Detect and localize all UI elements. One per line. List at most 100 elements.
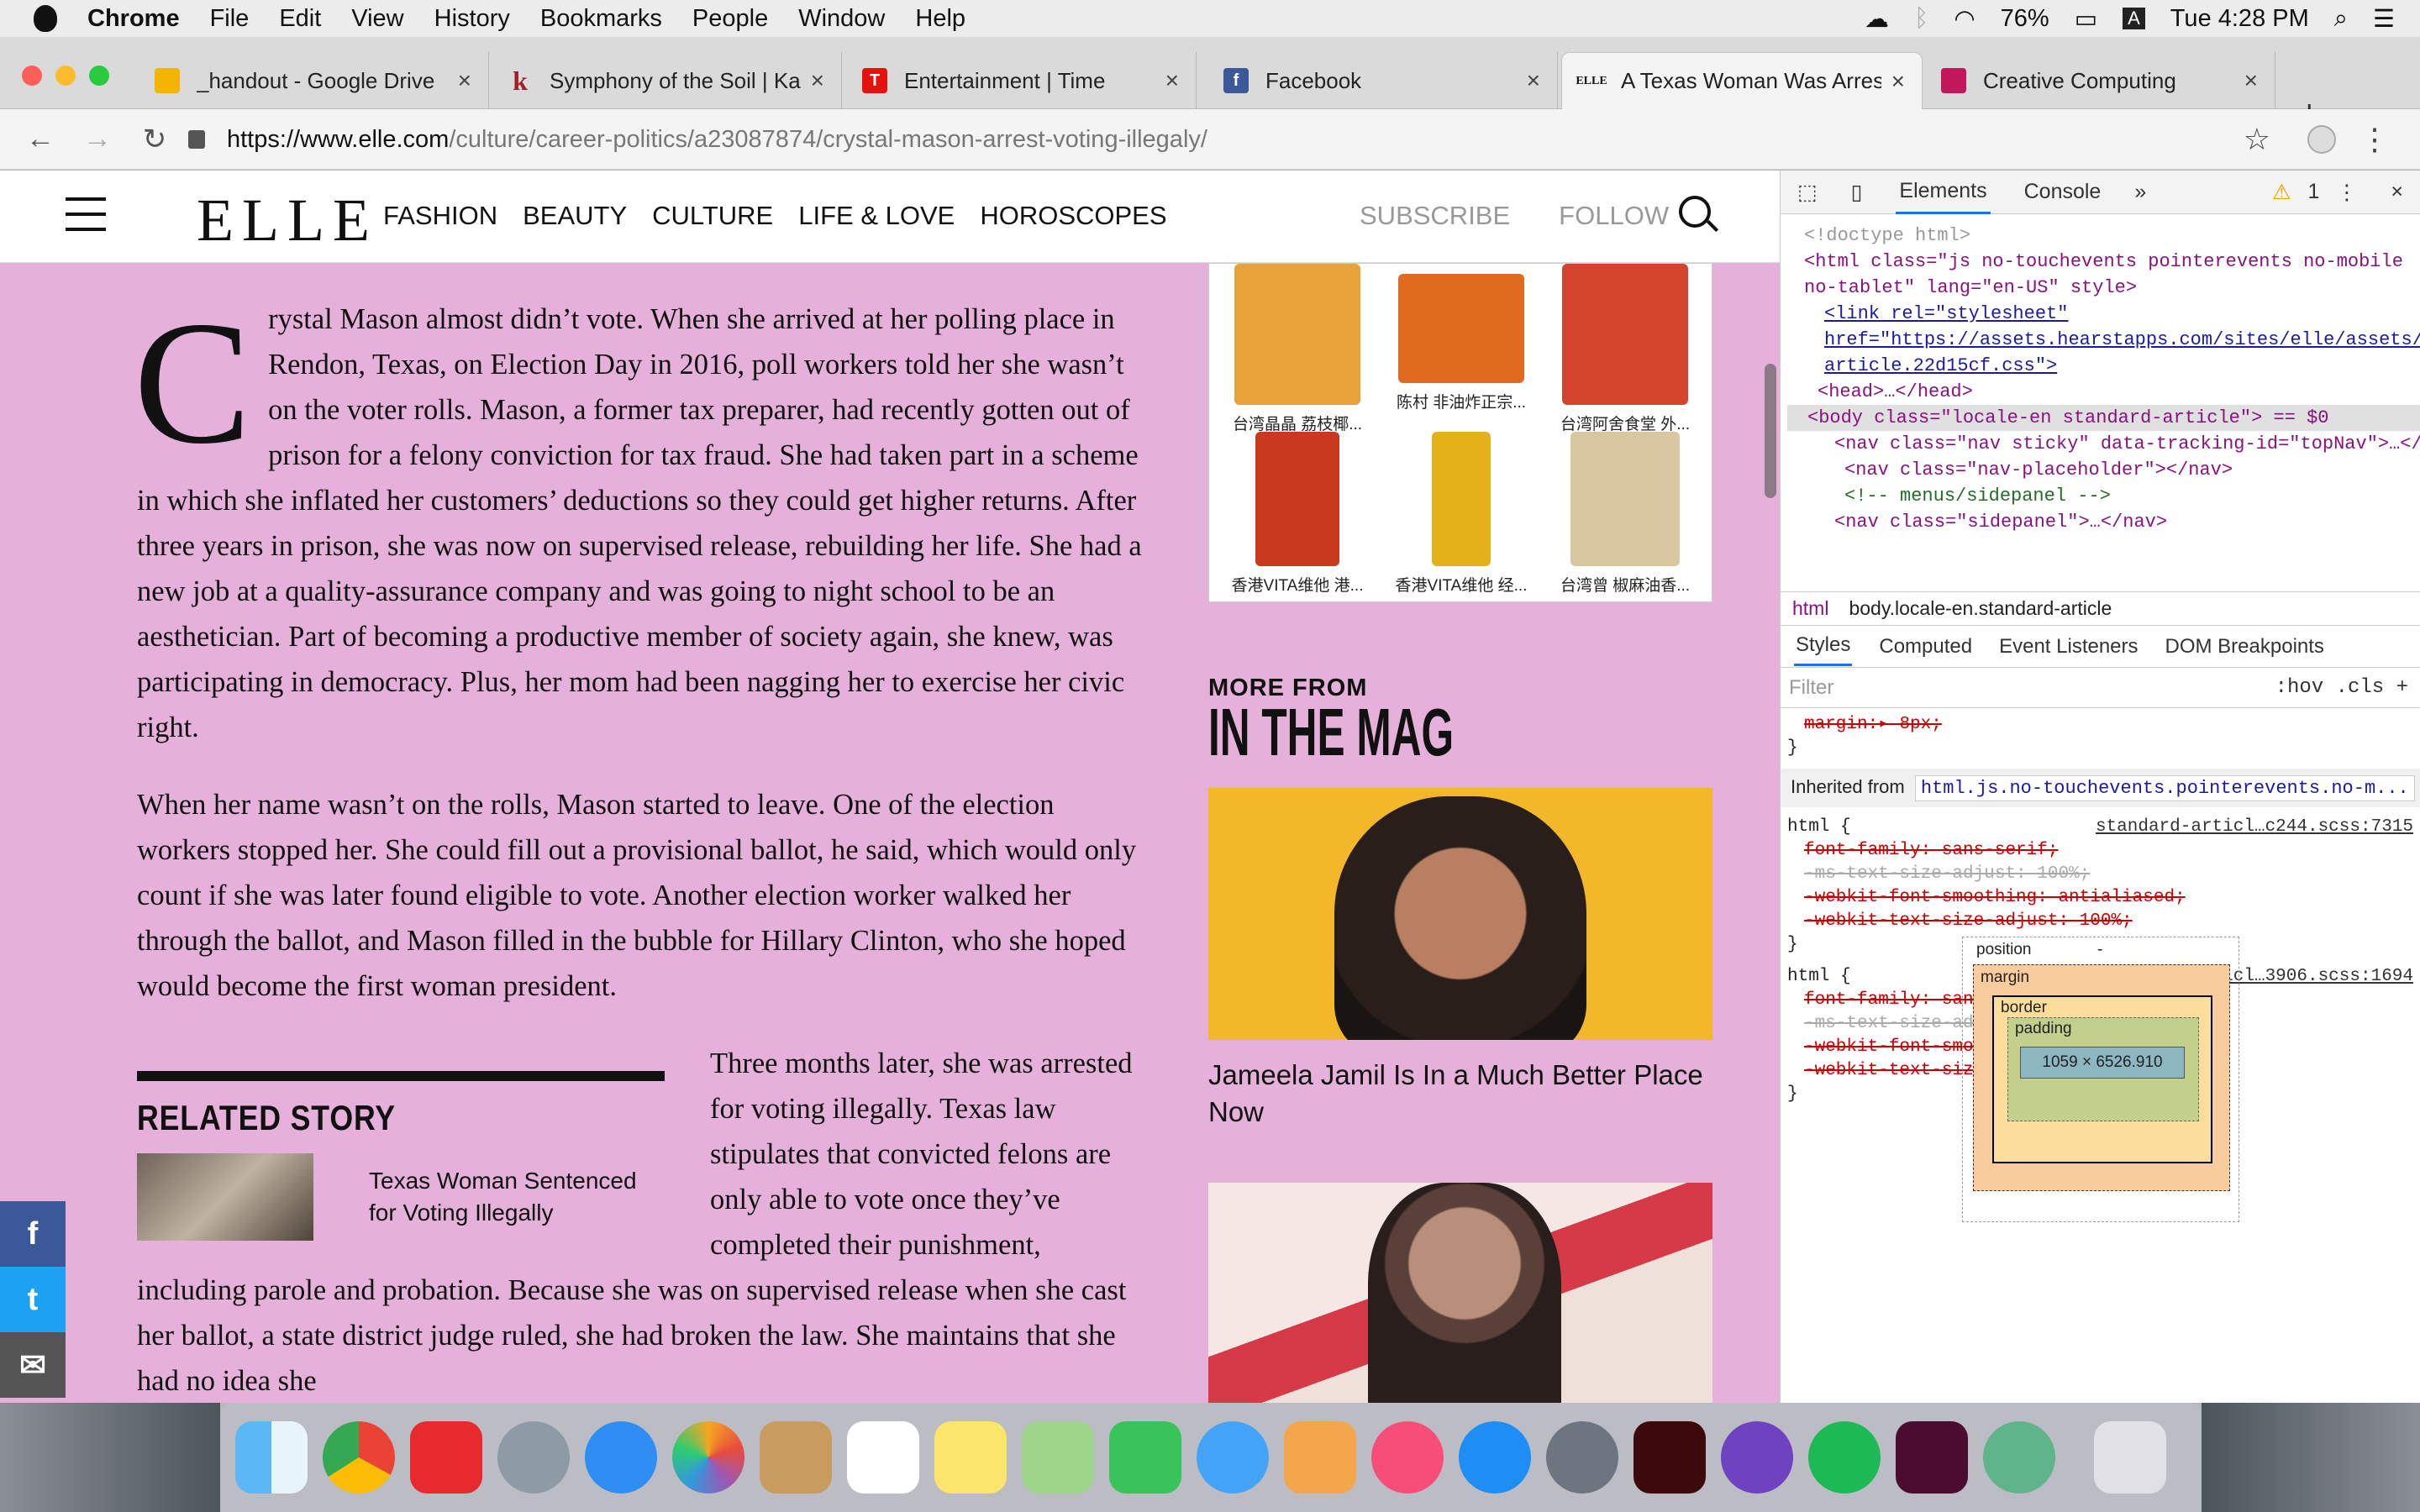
app-store-icon[interactable] (1459, 1421, 1531, 1494)
safari-icon[interactable] (585, 1421, 657, 1494)
contacts-icon[interactable] (760, 1421, 832, 1494)
tab-time[interactable]: T Entertainment | Time × (845, 52, 1197, 109)
notes-icon[interactable] (934, 1421, 1007, 1494)
subscribe-link[interactable]: SUBSCRIBE (1360, 201, 1510, 231)
css-source-link[interactable]: standard-articl…c244.scss:7315 (2096, 816, 2413, 839)
css-property[interactable]: -ms-text-size-adjust: 100%; (1804, 864, 2090, 884)
css-property[interactable]: -webkit-text-size-adjust: 100%; (1804, 911, 2133, 931)
ad-product[interactable]: 陈村 非油炸正宗... (1381, 274, 1541, 412)
bookmark-star-icon[interactable]: ☆ (2244, 122, 2270, 157)
box-content-size[interactable]: 1059 × 6526.910 (2020, 1047, 2185, 1079)
battery-percent[interactable]: 76% (2001, 5, 2049, 33)
warning-count[interactable]: 1 (2307, 180, 2319, 204)
app-menu[interactable]: Chrome (87, 5, 180, 33)
crumb-html[interactable]: html (1792, 597, 1828, 620)
menu-file[interactable]: File (210, 5, 250, 33)
dom-node[interactable]: <nav class="nav sticky" data-tracking-id… (1787, 431, 2420, 457)
ad-product[interactable]: 台湾曾 椒麻油香... (1545, 432, 1705, 596)
css-property[interactable]: font-family: sans-serif; (1804, 841, 2058, 860)
box-margin[interactable]: margin border padding 1059 × 6526.910 (1973, 964, 2230, 1191)
box-border[interactable]: border padding 1059 × 6526.910 (1992, 995, 2212, 1163)
wifi-icon[interactable]: ◠ (1954, 4, 1975, 34)
acrobat-icon[interactable] (1634, 1421, 1706, 1494)
email-share-icon[interactable]: ✉ (0, 1332, 66, 1398)
system-preferences-icon[interactable] (1546, 1421, 1618, 1494)
more-tabs-icon[interactable]: » (2134, 180, 2146, 204)
product-image[interactable] (1570, 432, 1680, 566)
minimize-window-icon[interactable] (55, 66, 76, 86)
ad-product[interactable]: 台湾晶晶 荔枝椰... (1218, 264, 1377, 434)
product-image[interactable] (1255, 432, 1339, 566)
related-story-title[interactable]: Texas Woman Sentenced for Voting Illegal… (369, 1165, 665, 1229)
pages-icon[interactable] (1284, 1421, 1356, 1494)
tab-creative-computing[interactable]: Creative Computing × (1924, 52, 2275, 109)
url-field[interactable]: https://www.elle.com/culture/career-poli… (188, 118, 2238, 161)
chrome-menu-icon[interactable]: ⋮ (2360, 122, 2390, 157)
related-story[interactable]: RELATED STORY Texas Woman Sentenced for … (137, 1071, 665, 1241)
dom-node[interactable]: <nav class="nav-placeholder"></nav> (1787, 457, 2420, 483)
product-image[interactable] (1398, 274, 1524, 383)
menu-edit[interactable]: Edit (279, 5, 321, 33)
spotlight-search-icon[interactable]: ⌕ (2334, 5, 2348, 33)
product-image[interactable] (1562, 264, 1688, 405)
device-toolbar-icon[interactable]: ▯ (1851, 180, 1863, 205)
mag-story-image[interactable] (1208, 788, 1712, 1040)
inspect-element-icon[interactable]: ⬚ (1797, 180, 1818, 205)
nav-horoscopes[interactable]: HOROSCOPES (980, 201, 1166, 231)
css-property[interactable]: -webkit-font-smoothing: antialiased; (1804, 888, 2186, 907)
github-desktop-icon[interactable] (1721, 1421, 1793, 1494)
facetime-icon[interactable] (1109, 1421, 1181, 1494)
tab-facebook[interactable]: f Facebook × (1207, 52, 1558, 109)
inherited-selector[interactable]: html.js.no-touchevents.pointerevents.no-… (1914, 775, 2415, 801)
product-image[interactable] (1234, 264, 1360, 405)
close-window-icon[interactable] (22, 66, 42, 86)
tab-dom-breakpoints[interactable]: DOM Breakpoints (2165, 635, 2324, 659)
close-tab-icon[interactable]: × (1527, 67, 1540, 94)
hamburger-menu-icon[interactable] (66, 197, 106, 231)
related-story-image[interactable] (137, 1153, 313, 1241)
nav-beauty[interactable]: BEAUTY (523, 201, 627, 231)
calendar-icon[interactable] (847, 1421, 919, 1494)
tab-elle-article[interactable]: ELLE A Texas Woman Was Arres × (1561, 52, 1923, 109)
back-button[interactable]: ← (24, 123, 57, 155)
nav-culture[interactable]: CULTURE (652, 201, 773, 231)
mag-story-image[interactable] (1208, 1183, 1712, 1403)
bluetooth-icon[interactable]: ᛒ (1914, 5, 1928, 33)
trash-icon[interactable] (2094, 1421, 2166, 1494)
ad-product[interactable]: 香港VITA维他 经... (1381, 432, 1541, 596)
menu-bookmarks[interactable]: Bookmarks (540, 5, 662, 33)
indesign-icon[interactable] (1896, 1421, 1968, 1494)
tab-event-listeners[interactable]: Event Listeners (1999, 635, 2138, 659)
menu-window[interactable]: Window (798, 5, 885, 33)
ad-product[interactable]: 香港VITA维他 港... (1218, 432, 1377, 596)
close-tab-icon[interactable]: × (1891, 68, 1905, 95)
dom-node[interactable]: <link rel="stylesheet" href="https://ass… (1787, 301, 2420, 379)
atom-icon[interactable] (1983, 1421, 2055, 1494)
menu-people[interactable]: People (692, 5, 768, 33)
menu-view[interactable]: View (351, 5, 403, 33)
close-tab-icon[interactable]: × (811, 67, 824, 94)
crumb-body[interactable]: body.locale-en.standard-article (1849, 597, 2112, 620)
dom-node-selected[interactable]: <body class="locale-en standard-article"… (1787, 405, 2420, 431)
mag-story-title[interactable]: Jameela Jamil Is In a Much Better Place … (1208, 1057, 1712, 1131)
forward-button[interactable]: → (81, 123, 114, 155)
dom-node[interactable]: <!doctype html> (1787, 223, 2420, 249)
zoom-window-icon[interactable] (89, 66, 109, 86)
messages-icon[interactable] (1197, 1421, 1269, 1494)
chrome-icon[interactable] (323, 1421, 395, 1494)
notification-center-icon[interactable]: ☰ (2373, 4, 2395, 34)
close-tab-icon[interactable]: × (458, 67, 471, 94)
creative-cloud-icon[interactable]: ☁ (1865, 4, 1889, 34)
follow-link[interactable]: FOLLOW (1559, 201, 1669, 231)
tab-console[interactable]: Console (2024, 180, 2102, 204)
nav-life-love[interactable]: LIFE & LOVE (798, 201, 955, 231)
dom-comment[interactable]: <!-- menus/sidepanel --> (1787, 483, 2420, 509)
tab-computed[interactable]: Computed (1879, 635, 1972, 659)
tab-google-drive[interactable]: _handout - Google Drive × (138, 52, 489, 109)
maps-icon[interactable] (1022, 1421, 1094, 1494)
apple-menu-icon[interactable] (34, 5, 57, 32)
photos-icon[interactable] (672, 1421, 744, 1494)
dom-tree[interactable]: <!doctype html> <html class="js no-touch… (1781, 214, 2420, 592)
dom-node[interactable]: <head>…</head> (1787, 379, 2420, 405)
search-icon[interactable] (1679, 196, 1711, 228)
